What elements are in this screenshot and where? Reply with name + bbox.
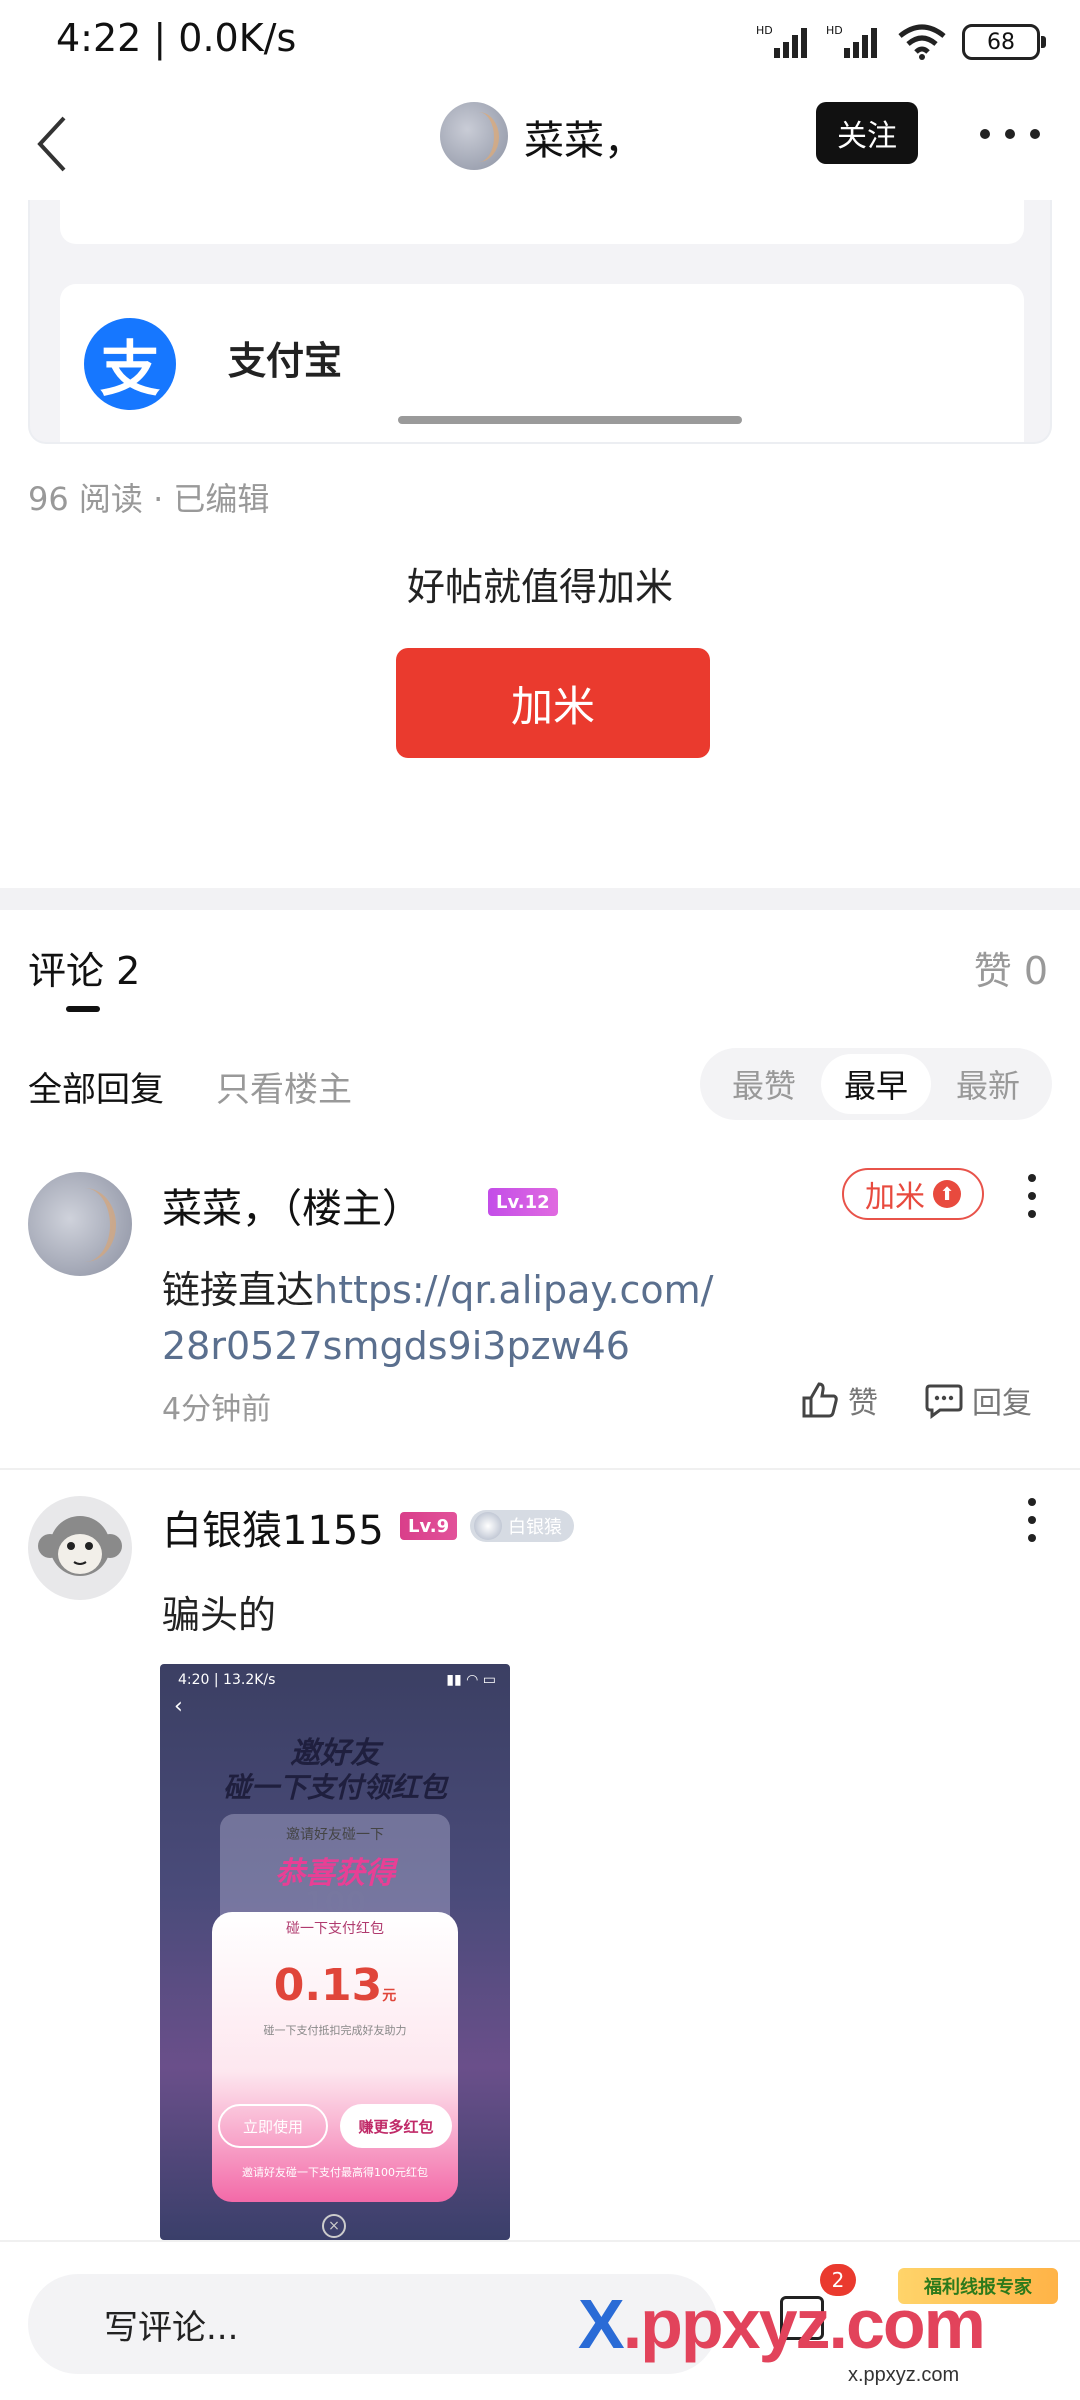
- comment-time: 4分钟前: [162, 1392, 272, 1427]
- reply-label: 回复: [972, 1386, 1032, 1421]
- shot-earn-more: 赚更多红包: [340, 2104, 452, 2148]
- tab-likes[interactable]: 赞 0: [974, 940, 1048, 995]
- back-arrow-icon[interactable]: [24, 106, 80, 182]
- embedded-link-card: 支 支付宝: [28, 200, 1052, 444]
- battery-icon: 68: [962, 24, 1046, 60]
- comment-text-2: 骗头的: [162, 1593, 277, 1637]
- sort-most-liked[interactable]: 最赞: [709, 1054, 819, 1114]
- shot-status-icons: ▮▮ ◠ ▭: [446, 1672, 496, 1688]
- shot-card-top: 碰一下支付红包: [286, 1921, 384, 1937]
- comment-author-name[interactable]: 菜菜，（楼主）: [162, 1176, 422, 1234]
- comment-more-icon[interactable]: [1022, 1174, 1042, 1218]
- comment-text: 链接直达https://qr.alipay.com/28r0527smgds9i…: [162, 1262, 722, 1374]
- filter-all-replies[interactable]: 全部回复: [28, 1062, 164, 1111]
- reward-button[interactable]: 加米: [396, 648, 710, 758]
- watermark-logo: 福利线报专家: [898, 2268, 1058, 2304]
- shot-status: 4:20 | 13.2K/s: [178, 1672, 276, 1688]
- post-meta: 96 阅读 · 已编辑: [28, 480, 270, 518]
- comment-reply-button[interactable]: 回复: [924, 1378, 1032, 1422]
- author-avatar[interactable]: [440, 102, 508, 170]
- comment-divider: [0, 1468, 1080, 1470]
- comment-reward-button[interactable]: 加米 ⬆: [842, 1168, 984, 1220]
- signal-hd-icon: HD: [756, 24, 807, 58]
- shot-amount: 0.13元: [273, 1960, 397, 2011]
- svg-text:HD: HD: [826, 24, 843, 37]
- comment-more-icon-2[interactable]: [1022, 1498, 1042, 1542]
- filter-op-only[interactable]: 只看楼主: [216, 1062, 352, 1111]
- sort-segmented-control: 最赞 最早 最新: [700, 1048, 1052, 1120]
- silver-badge-label: 白银猿: [508, 1517, 562, 1538]
- comment-text-prefix: 链接直达: [162, 1268, 315, 1312]
- monkey-avatar-icon: [38, 1516, 122, 1576]
- comment-avatar-monkey[interactable]: [28, 1496, 132, 1600]
- status-icons: HD HD 68: [756, 18, 1046, 66]
- comment-like-button[interactable]: 赞: [800, 1378, 878, 1422]
- level-badge: Lv.12: [488, 1188, 558, 1216]
- comment-avatar[interactable]: [28, 1172, 132, 1276]
- status-time: 4:22 | 0.0K/s: [56, 16, 297, 60]
- status-bar: 4:22 | 0.0K/s HD HD 68: [0, 0, 1080, 84]
- alipay-name: 支付宝: [228, 339, 343, 383]
- wifi-icon: [898, 24, 946, 60]
- follow-button[interactable]: 关注: [816, 102, 918, 164]
- tab-underline: [66, 1006, 100, 1012]
- svg-text:HD: HD: [756, 24, 773, 37]
- section-divider: [0, 888, 1080, 910]
- top-nav-bar: 菜菜， 关注: [0, 84, 1080, 204]
- shot-back-icon: ‹: [174, 1694, 183, 1719]
- shot-red-packet-card: 碰一下支付红包 0.13元 碰一下支付抵扣完成好友助力 立即使用 赚更多红包 邀…: [212, 1912, 458, 2202]
- author-name[interactable]: 菜菜，: [524, 108, 644, 166]
- sort-newest[interactable]: 最新: [933, 1054, 1043, 1114]
- signal-hd-icon-2: HD: [826, 24, 877, 58]
- shot-note: 碰一下支付抵扣完成好友助力: [263, 2024, 407, 2037]
- shot-title-2: 碰一下支付领红包: [222, 1771, 447, 1804]
- silver-ape-badge: 白银猿: [470, 1510, 574, 1542]
- shot-close-icon: ×: [322, 2214, 346, 2238]
- alipay-icon: 支: [84, 318, 176, 410]
- shot-invite: 邀请好友碰一下: [286, 1827, 384, 1843]
- reward-pill-label: 加米: [865, 1180, 925, 1215]
- like-label: 赞: [848, 1386, 878, 1421]
- reply-bubble-icon: [925, 1384, 963, 1419]
- shot-footer: 邀请好友碰一下支付最高得100元红包: [242, 2166, 428, 2179]
- comment-image[interactable]: 4:20 | 13.2K/s ▮▮ ◠ ▭ ‹ 邀好友 碰一下支付领红包 邀请好…: [160, 1664, 510, 2240]
- reward-up-icon: ⬆: [933, 1180, 961, 1208]
- card-item-previous[interactable]: [60, 200, 1024, 244]
- tab-comments[interactable]: 评论 2: [28, 940, 140, 995]
- thumbs-up-icon: [802, 1382, 838, 1418]
- comment-author-name-2[interactable]: 白银猿1155: [162, 1498, 384, 1556]
- scroll-indicator[interactable]: [398, 416, 742, 424]
- more-options-icon[interactable]: [980, 112, 1040, 156]
- watermark-sub: x.ppxyz.com: [848, 2364, 960, 2386]
- reward-tip: 好帖就值得加米: [406, 565, 673, 609]
- shot-use-now: 立即使用: [218, 2104, 328, 2148]
- bottom-bar: 写评论... 2 X.ppxyz.com 福利线报专家 x.ppxyz.com: [0, 2240, 1080, 2400]
- gem-icon: [474, 1512, 502, 1540]
- sort-earliest[interactable]: 最早: [821, 1054, 931, 1114]
- level-badge-2: Lv.9: [400, 1512, 458, 1540]
